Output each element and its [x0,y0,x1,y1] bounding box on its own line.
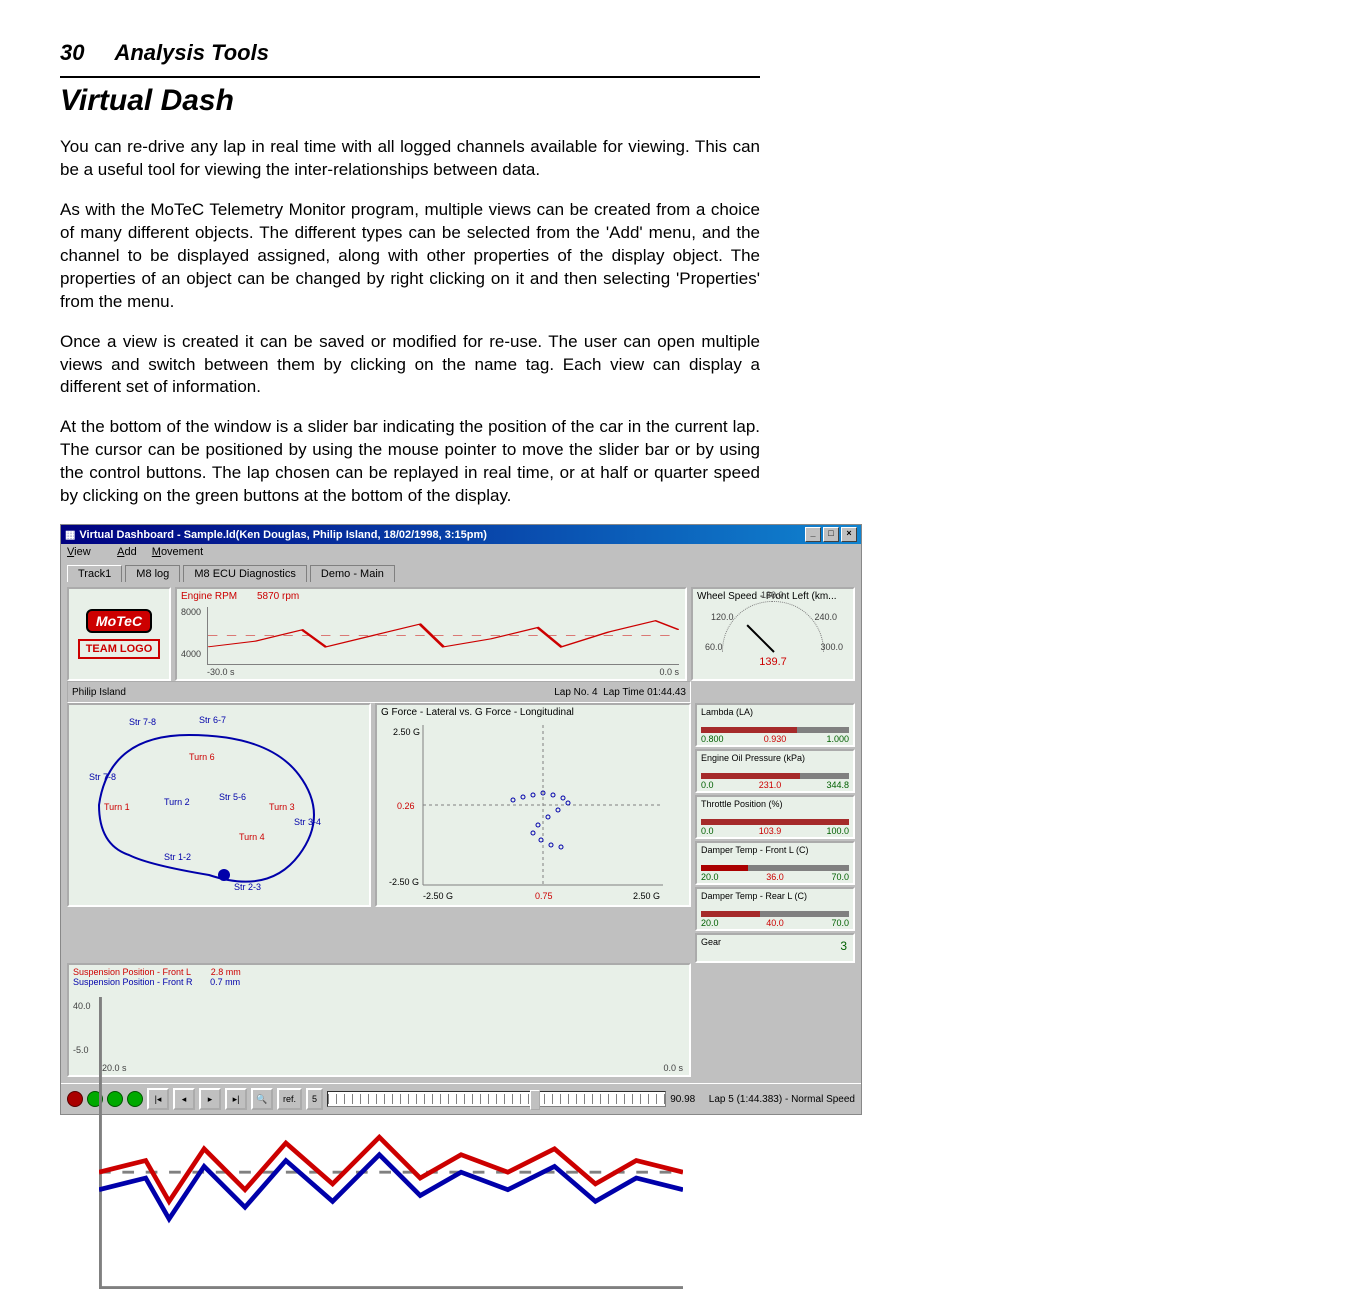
map-lbl-t1: Turn 1 [104,802,130,812]
susp-r-val: 0.7 mm [210,977,240,987]
lambda-title: Lambda (LA) [701,707,753,717]
laptime-value: 01:44.43 [647,687,686,698]
gforce-panel[interactable]: G Force - Lateral vs. G Force - Longitud… [375,703,691,907]
laptime-label: Lap Time [603,687,644,698]
lapno-value: 4 [592,687,598,698]
map-lbl-t4: Turn 4 [239,832,265,842]
position-slider[interactable] [327,1091,666,1107]
svg-text:0.26: 0.26 [397,801,415,811]
logo-panel: MoTeC TEAM LOGO [67,587,171,681]
throttle-gauge[interactable]: Throttle Position (%) 0.0103.9100.0 [695,795,855,839]
map-lbl-t6: Turn 6 [189,752,215,762]
page-header: 30 Analysis Tools [60,40,1291,66]
rpm-label: Engine RPM [181,591,237,602]
section-name: Analysis Tools [114,40,268,66]
svg-text:2.50 G: 2.50 G [633,891,660,901]
tab-m8ecu[interactable]: M8 ECU Diagnostics [183,565,306,582]
map-lbl-t2: Turn 2 [164,797,190,807]
track-name: Philip Island [72,687,126,698]
gforce-title: G Force - Lateral vs. G Force - Longitud… [381,707,574,718]
gear-title: Gear [701,937,721,947]
track-info-row: Philip Island Lap No. 4 Lap Time 01:44.4… [67,681,691,703]
map-lbl-s23: Str 2-3 [234,882,261,892]
map-lbl-s67: Str 6-7 [199,715,226,725]
virtual-dashboard-window: ▦ Virtual Dashboard - Sample.ld(Ken Doug… [60,524,862,1115]
map-lbl-s78: Str 7-8 [129,717,156,727]
tab-strip: Track1 M8 log M8 ECU Diagnostics Demo - … [61,560,861,581]
gauge-60: 60.0 [705,642,723,652]
damper-front-gauge[interactable]: Damper Temp - Front L (C) 20.036.070.0 [695,841,855,885]
speed-value: 139.7 [759,656,787,668]
lambda-gauge[interactable]: Lambda (LA) 0.8000.9301.000 [695,703,855,747]
rpm-y-hi: 8000 [181,607,201,617]
app-icon: ▦ [65,528,75,541]
window-title: Virtual Dashboard - Sample.ld(Ken Dougla… [79,529,487,541]
rpm-chart [207,607,679,665]
wheel-speed-panel[interactable]: Wheel Speed - Front Left (km... 60.0 120… [691,587,855,681]
menu-add[interactable]: Add [117,546,137,558]
tab-track1[interactable]: Track1 [67,565,122,582]
rpm-x-lo: -30.0 s [207,667,235,677]
thr-title: Throttle Position (%) [701,799,783,809]
rpm-value: 5870 rpm [257,591,299,602]
tab-m8log[interactable]: M8 log [125,565,180,582]
paragraph-3: Once a view is created it can be saved o… [60,331,760,400]
gauge-180: 180.0 [761,590,784,600]
window-titlebar[interactable]: ▦ Virtual Dashboard - Sample.ld(Ken Doug… [61,525,861,544]
susp-y-lo: -5.0 [73,1045,89,1055]
menu-movement[interactable]: Movement [152,546,203,558]
paragraph-1: You can re-drive any lap in real time wi… [60,136,760,182]
gauge-needle [746,624,774,652]
map-lbl-s34: Str 3-4 [294,817,321,827]
tab-demo[interactable]: Demo - Main [310,565,395,582]
gear-indicator[interactable]: Gear 3 [695,933,855,963]
track-map-panel[interactable]: Str 7-8 Str 6-7 Turn 6 Str 7-8 Turn 1 Tu… [67,703,371,907]
stop-button[interactable] [67,1091,83,1107]
slider-status: Lap 5 (1:44.383) - Normal Speed [709,1094,855,1105]
gauge-240: 240.0 [814,612,837,622]
svg-text:-2.50 G: -2.50 G [389,877,419,887]
motec-logo: MoTeC [86,609,152,633]
susp-y-hi: 40.0 [73,1001,91,1011]
page-title: Virtual Dash [60,76,760,118]
map-lbl-t3: Turn 3 [269,802,295,812]
dfl-title: Damper Temp - Front L (C) [701,845,809,855]
svg-text:-2.50 G: -2.50 G [423,891,453,901]
lapno-label: Lap No. [554,687,589,698]
menu-view[interactable]: View [67,546,103,558]
sidebar-gauges: Lambda (LA) 0.8000.9301.000 Engine Oil P… [695,703,855,963]
menu-bar: View Add Movement [61,544,861,560]
rpm-panel[interactable]: Engine RPM 5870 rpm 8000 4000 -30.0 s 0.… [175,587,687,681]
maximize-button[interactable]: □ [823,527,839,542]
map-lbl-s12: Str 1-2 [164,852,191,862]
susp-l-val: 2.8 mm [211,967,241,977]
paragraph-2: As with the MoTeC Telemetry Monitor prog… [60,199,760,314]
drl-title: Damper Temp - Rear L (C) [701,891,807,901]
gear-value: 3 [840,939,847,953]
close-button[interactable]: × [841,527,857,542]
paragraph-4: At the bottom of the window is a slider … [60,416,760,508]
svg-text:0.75: 0.75 [535,891,553,901]
oil-title: Engine Oil Pressure (kPa) [701,753,805,763]
svg-text:2.50 G: 2.50 G [393,727,420,737]
minimize-button[interactable]: _ [805,527,821,542]
page-number: 30 [60,40,84,66]
speed-gauge: 60.0 120.0 180.0 240.0 300.0 [722,601,824,652]
damper-rear-gauge[interactable]: Damper Temp - Rear L (C) 20.040.070.0 [695,887,855,931]
susp-r-label: Suspension Position - Front R [73,977,193,987]
map-lbl-s56: Str 5-6 [219,792,246,802]
gauge-300: 300.0 [820,642,843,652]
susp-l-label: Suspension Position - Front L [73,967,191,977]
suspension-panel[interactable]: Suspension Position - Front L 2.8 mm Sus… [67,963,691,1077]
map-lbl-s7b: Str 7-8 [89,772,116,782]
slider-thumb[interactable] [530,1090,540,1110]
rpm-y-lo: 4000 [181,649,201,659]
dashboard-body: MoTeC TEAM LOGO Engine RPM 5870 rpm 8000… [61,581,861,1083]
gauge-120: 120.0 [711,612,734,622]
rpm-x-hi: 0.0 s [659,667,679,677]
team-logo: TEAM LOGO [78,639,161,659]
oil-pressure-gauge[interactable]: Engine Oil Pressure (kPa) 0.0231.0344.8 [695,749,855,793]
